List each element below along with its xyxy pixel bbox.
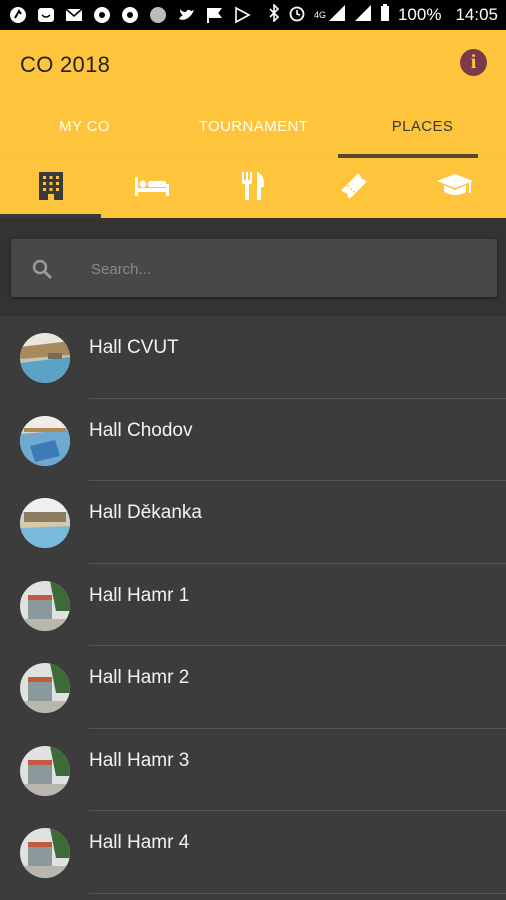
list-item[interactable]: Hall Děkanka (0, 481, 506, 564)
info-icon[interactable]: i (460, 49, 487, 76)
restaurant-icon (240, 171, 266, 206)
category-tab-tickets[interactable] (303, 158, 404, 218)
place-name: Hall Hamr 4 (89, 832, 190, 853)
avatar (20, 745, 70, 796)
message-icon (36, 5, 56, 25)
category-tabs (0, 158, 506, 218)
place-name: Hall Hamr 1 (89, 584, 190, 606)
ticket-icon (338, 170, 370, 207)
tab-places[interactable]: PLACES (338, 100, 506, 158)
places-list: Hall CVUT Hall Chodov Hall Děkanka Hall … (0, 316, 506, 894)
battery-level: 100% (397, 5, 442, 24)
tab-my-co[interactable]: MY CO (0, 100, 169, 158)
network-type: 4G (313, 10, 326, 20)
system-status: 4G 100% 14:05 (268, 0, 498, 30)
app-title: CO 2018 (20, 52, 111, 77)
avatar (20, 580, 70, 631)
avatar (20, 663, 70, 713)
circle-icon (148, 5, 168, 25)
category-tab-halls[interactable] (0, 158, 101, 218)
list-item[interactable]: Hall Hamr 2 (0, 646, 506, 729)
app-bar: CO 2018 i (0, 30, 506, 100)
signal-icon (328, 4, 346, 27)
list-item[interactable]: Hall Chodov (0, 399, 506, 481)
mail-icon (64, 5, 84, 25)
search-area (0, 218, 506, 316)
battery-icon (380, 3, 390, 27)
avatar (20, 828, 70, 878)
place-name: Hall Chodov (89, 419, 193, 441)
main-tabs: MY CO TOURNAMENT PLACES (0, 100, 506, 158)
place-name: Hall CVUT (89, 337, 179, 358)
hotel-bed-icon (134, 175, 170, 202)
category-tab-accommodation[interactable] (101, 158, 202, 218)
search-icon (30, 257, 54, 281)
search-input[interactable] (89, 256, 473, 282)
tab-tournament[interactable]: TOURNAMENT (169, 100, 338, 158)
clock: 14:05 (455, 5, 498, 24)
notification-icons (8, 5, 252, 25)
avatar (20, 498, 70, 548)
category-tab-education[interactable] (404, 158, 505, 218)
chrome-icon-2 (120, 5, 140, 25)
category-tab-food[interactable] (202, 158, 303, 218)
avatar (20, 415, 70, 466)
search-box[interactable] (11, 239, 497, 297)
app-icon (8, 5, 28, 25)
twitter-icon (176, 5, 196, 25)
place-name: Hall Děkanka (89, 502, 202, 523)
chrome-icon (92, 5, 112, 25)
list-item[interactable]: Hall Hamr 1 (0, 564, 506, 646)
graduation-cap-icon (436, 173, 474, 204)
list-item[interactable]: Hall CVUT (0, 316, 506, 399)
list-item[interactable]: Hall Hamr 4 (0, 811, 506, 894)
play-store-icon (232, 5, 252, 25)
list-item[interactable]: Hall Hamr 3 (0, 729, 506, 811)
status-bar: 4G 100% 14:05 (0, 0, 506, 30)
alarm-icon (288, 4, 306, 27)
divider (89, 892, 506, 894)
avatar (20, 333, 70, 383)
bluetooth-icon (268, 2, 280, 27)
place-name: Hall Hamr 3 (89, 749, 190, 771)
signal-icon-2 (354, 4, 372, 27)
flag-icon (204, 5, 224, 25)
place-name: Hall Hamr 2 (89, 667, 190, 688)
building-icon (38, 171, 64, 206)
